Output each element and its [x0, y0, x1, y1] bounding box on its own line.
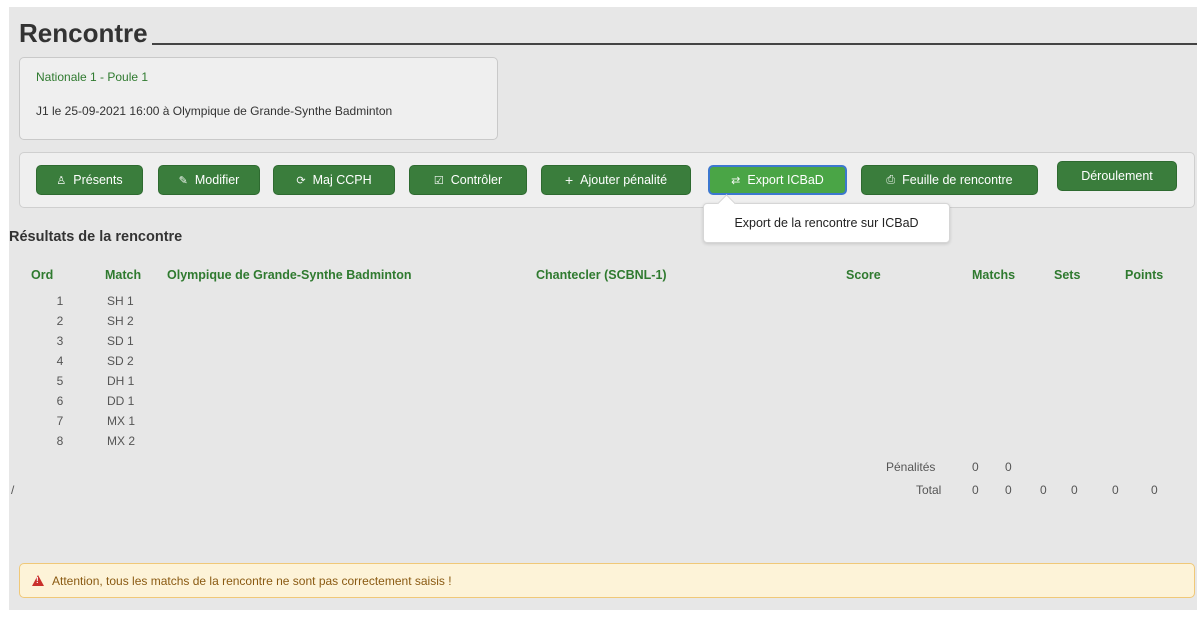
total-points-2: 0 [1151, 483, 1158, 497]
header-team2: Chantecler (SCBNL-1) [536, 268, 667, 282]
modifier-button[interactable]: ✎ Modifier [158, 165, 260, 195]
row-match: DH 1 [107, 374, 135, 388]
warning-icon [32, 575, 44, 586]
presents-button[interactable]: ♙ Présents [36, 165, 143, 195]
total-sets-1: 0 [1040, 483, 1047, 497]
modifier-label: Modifier [194, 173, 240, 187]
results-title: Résultats de la rencontre [9, 229, 183, 245]
row-match: MX 1 [107, 414, 136, 428]
row-ord: 4 [56, 354, 64, 368]
total-label: Total [916, 483, 942, 497]
penalites-m1: 0 [972, 460, 979, 474]
row-match: DD 1 [107, 394, 135, 408]
slash-marker: / [11, 483, 15, 497]
presents-label: Présents [73, 173, 123, 187]
competition-label: Nationale 1 - Poule 1 [36, 70, 149, 84]
row-match: SD 2 [107, 354, 134, 368]
action-toolbar: ♙ Présents ✎ Modifier ⟳ Maj CCPH ☑ Contr… [19, 152, 1195, 208]
header-sets: Sets [1054, 268, 1081, 282]
header-matchs: Matchs [972, 268, 1016, 282]
row-match: MX 2 [107, 434, 136, 448]
export-tooltip-text: Export de la rencontre sur ICBaD [734, 216, 919, 230]
feuille-rencontre-label: Feuille de rencontre [902, 173, 1013, 187]
export-icon: ⇄ [731, 174, 741, 187]
row-ord: 5 [56, 374, 64, 388]
penalites-m2: 0 [1005, 460, 1012, 474]
header-match: Match [105, 268, 142, 282]
plus-icon: + [564, 172, 574, 188]
row-ord: 7 [56, 414, 64, 428]
feuille-rencontre-button[interactable]: ⎙ Feuille de rencontre [861, 165, 1038, 195]
maj-ccph-button[interactable]: ⟳ Maj CCPH [273, 165, 395, 195]
title-rule [151, 43, 1197, 45]
row-ord: 1 [56, 294, 64, 308]
total-points-1: 0 [1112, 483, 1119, 497]
warning-text: Attention, tous les matchs de la rencont… [52, 573, 452, 588]
print-icon: ⎙ [886, 173, 896, 186]
page-heading: Rencontre [19, 19, 1197, 47]
total-sets-2: 0 [1071, 483, 1078, 497]
warning-alert: Attention, tous les matchs de la rencont… [19, 563, 1195, 598]
row-ord: 3 [56, 334, 64, 348]
row-match: SH 2 [107, 314, 134, 328]
refresh-icon: ⟳ [296, 174, 306, 187]
match-meta: J1 le 25-09-2021 16:00 à Olympique de Gr… [36, 104, 393, 118]
row-match: SH 1 [107, 294, 134, 308]
row-match: SD 1 [107, 334, 134, 348]
export-tooltip: Export de la rencontre sur ICBaD [703, 203, 950, 243]
header-points: Points [1125, 268, 1164, 282]
user-icon: ♙ [56, 174, 67, 187]
pencil-icon: ✎ [178, 174, 188, 187]
controler-button[interactable]: ☑ Contrôler [409, 165, 527, 195]
header-team1: Olympique de Grande-Synthe Badminton [167, 268, 412, 282]
export-icbad-button[interactable]: ⇄ Export ICBaD [708, 165, 847, 195]
check-square-icon: ☑ [433, 174, 444, 187]
deroulement-button[interactable]: Déroulement [1057, 161, 1177, 191]
ajouter-penalite-button[interactable]: + Ajouter pénalité [541, 165, 691, 195]
page-background: Rencontre Nationale 1 - Poule 1 J1 le 25… [9, 7, 1197, 610]
total-matchs-2: 0 [1005, 483, 1012, 497]
penalites-label: Pénalités [886, 460, 936, 474]
export-icbad-label: Export ICBaD [747, 173, 824, 187]
header-score: Score [846, 268, 881, 282]
page-title: Rencontre [19, 18, 148, 48]
match-info-box: Nationale 1 - Poule 1 J1 le 25-09-2021 1… [19, 57, 498, 140]
row-ord: 8 [56, 434, 64, 448]
controler-label: Contrôler [450, 173, 503, 187]
maj-ccph-label: Maj CCPH [312, 173, 372, 187]
total-matchs-1: 0 [972, 483, 979, 497]
row-ord: 6 [56, 394, 64, 408]
header-ord: Ord [31, 268, 54, 282]
row-ord: 2 [56, 314, 64, 328]
deroulement-label: Déroulement [1081, 169, 1153, 183]
ajouter-penalite-label: Ajouter pénalité [580, 173, 668, 187]
